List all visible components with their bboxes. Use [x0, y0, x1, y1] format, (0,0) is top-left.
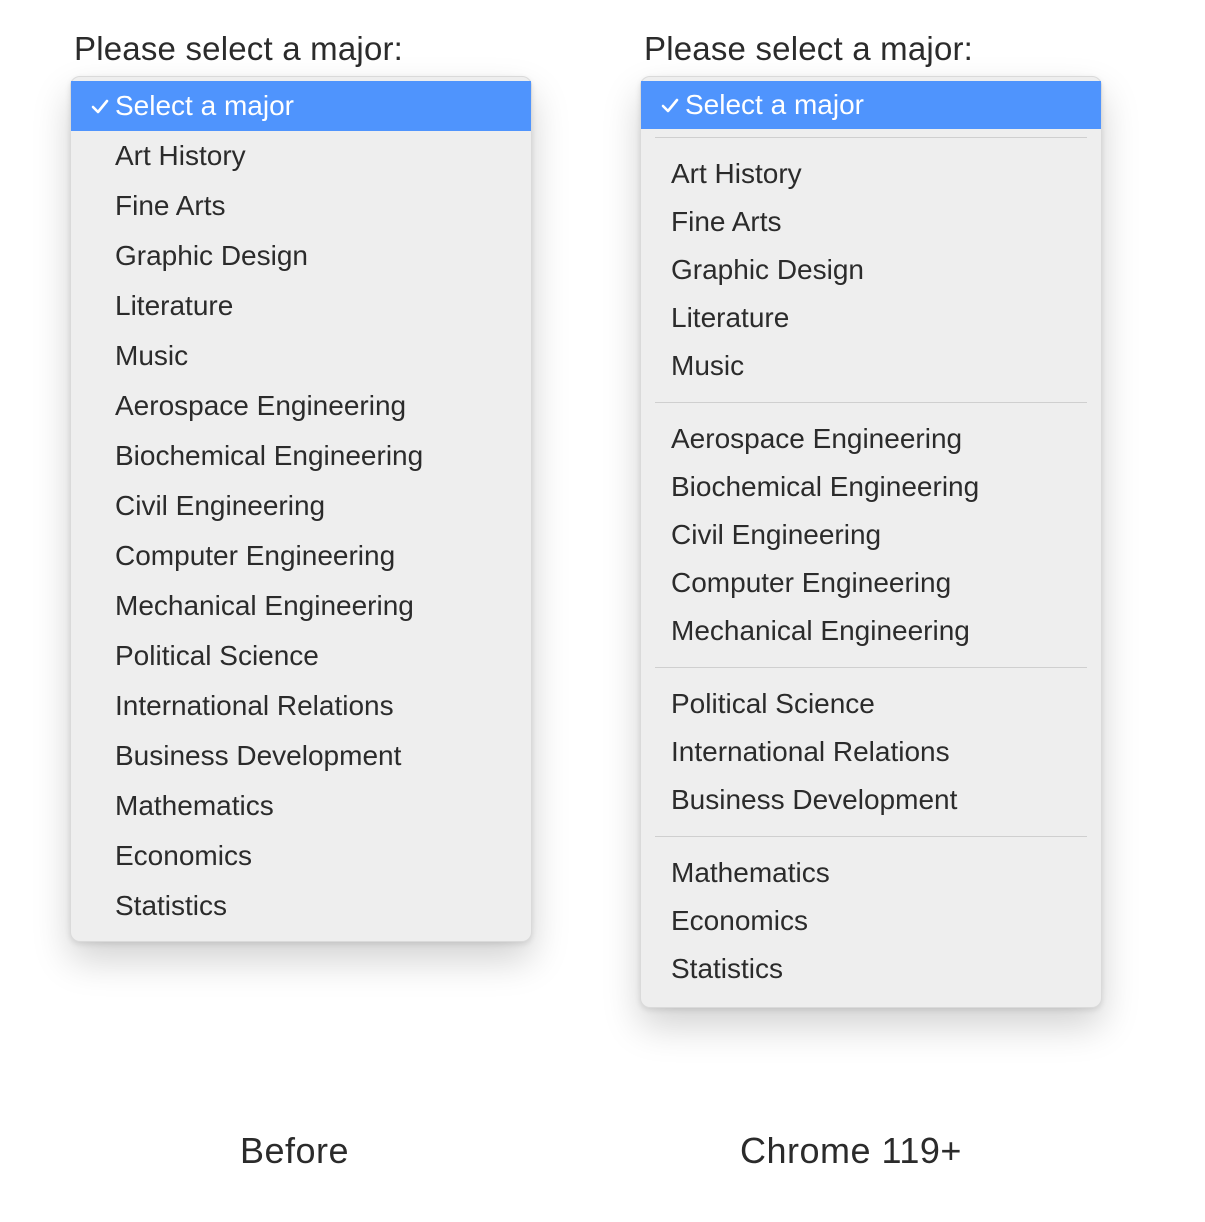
group-separator — [655, 836, 1087, 837]
group-separator — [655, 137, 1087, 138]
option-label: Art History — [115, 142, 513, 170]
option-item[interactable]: Business Development — [71, 731, 531, 781]
option-item[interactable]: Mechanical Engineering — [71, 581, 531, 631]
option-item[interactable]: Computer Engineering — [641, 559, 1101, 607]
option-item[interactable]: Music — [641, 342, 1101, 390]
option-item[interactable]: Biochemical Engineering — [71, 431, 531, 481]
option-item[interactable]: Mathematics — [641, 849, 1101, 897]
option-item[interactable]: Art History — [641, 150, 1101, 198]
option-item[interactable]: Civil Engineering — [641, 511, 1101, 559]
option-label: Aerospace Engineering — [115, 392, 513, 420]
option-label: Political Science — [115, 642, 513, 670]
after-caption: Chrome 119+ — [740, 1130, 962, 1172]
option-item[interactable]: Mechanical Engineering — [641, 607, 1101, 655]
before-select-menu[interactable]: Select a major Art History Fine Arts Gra… — [70, 76, 532, 942]
after-column: Please select a major: Select a major Ar… — [640, 30, 1140, 1008]
option-item[interactable]: Aerospace Engineering — [641, 415, 1101, 463]
option-item[interactable]: Biochemical Engineering — [641, 463, 1101, 511]
option-label: Statistics — [115, 892, 513, 920]
option-label: Economics — [115, 842, 513, 870]
option-label: Biochemical Engineering — [115, 442, 513, 470]
option-label: Literature — [671, 304, 1083, 332]
option-label: International Relations — [671, 738, 1083, 766]
option-label: Aerospace Engineering — [671, 425, 1083, 453]
checkmark-icon — [85, 96, 115, 116]
group-separator — [655, 667, 1087, 668]
option-item[interactable]: Statistics — [641, 945, 1101, 993]
option-label: Computer Engineering — [671, 569, 1083, 597]
option-label: Fine Arts — [671, 208, 1083, 236]
option-label: Political Science — [671, 690, 1083, 718]
option-group: Political Science International Relation… — [641, 676, 1101, 828]
option-group: Mathematics Economics Statistics — [641, 845, 1101, 997]
option-group: Art History Fine Arts Graphic Design Lit… — [641, 146, 1101, 394]
before-column: Please select a major: Select a major Ar… — [70, 30, 570, 942]
option-label: Civil Engineering — [115, 492, 513, 520]
option-label: Fine Arts — [115, 192, 513, 220]
option-item[interactable]: Aerospace Engineering — [71, 381, 531, 431]
option-item[interactable]: Fine Arts — [71, 181, 531, 231]
option-label: Art History — [671, 160, 1083, 188]
option-label: Economics — [671, 907, 1083, 935]
option-item[interactable]: Graphic Design — [71, 231, 531, 281]
before-caption: Before — [240, 1130, 349, 1172]
option-label: Civil Engineering — [671, 521, 1083, 549]
option-label: International Relations — [115, 692, 513, 720]
option-item[interactable]: Music — [71, 331, 531, 381]
option-label: Mathematics — [671, 859, 1083, 887]
option-label: Mechanical Engineering — [115, 592, 513, 620]
option-label: Music — [115, 342, 513, 370]
option-item[interactable]: Mathematics — [71, 781, 531, 831]
option-label: Literature — [115, 292, 513, 320]
option-label: Music — [671, 352, 1083, 380]
group-separator — [655, 402, 1087, 403]
option-item[interactable]: Civil Engineering — [71, 481, 531, 531]
option-label: Biochemical Engineering — [671, 473, 1083, 501]
option-item[interactable]: Fine Arts — [641, 198, 1101, 246]
option-item[interactable]: Political Science — [641, 680, 1101, 728]
option-select-a-major[interactable]: Select a major — [71, 81, 531, 131]
before-heading: Please select a major: — [74, 30, 566, 68]
option-item[interactable]: Literature — [641, 294, 1101, 342]
checkmark-icon — [655, 95, 685, 115]
option-item[interactable]: Economics — [641, 897, 1101, 945]
option-item[interactable]: Art History — [71, 131, 531, 181]
after-heading: Please select a major: — [644, 30, 1136, 68]
option-label: Business Development — [671, 786, 1083, 814]
option-item[interactable]: International Relations — [641, 728, 1101, 776]
option-label: Select a major — [685, 91, 1083, 119]
option-label: Statistics — [671, 955, 1083, 983]
option-item[interactable]: International Relations — [71, 681, 531, 731]
option-group: Aerospace Engineering Biochemical Engine… — [641, 411, 1101, 659]
option-item[interactable]: Political Science — [71, 631, 531, 681]
option-label: Business Development — [115, 742, 513, 770]
option-item[interactable]: Statistics — [71, 881, 531, 931]
option-label: Mechanical Engineering — [671, 617, 1083, 645]
option-label: Mathematics — [115, 792, 513, 820]
option-label: Computer Engineering — [115, 542, 513, 570]
option-label: Graphic Design — [671, 256, 1083, 284]
option-item[interactable]: Economics — [71, 831, 531, 881]
option-label: Graphic Design — [115, 242, 513, 270]
option-item[interactable]: Graphic Design — [641, 246, 1101, 294]
after-select-menu[interactable]: Select a major Art History Fine Arts Gra… — [640, 76, 1102, 1008]
option-item[interactable]: Business Development — [641, 776, 1101, 824]
option-item[interactable]: Computer Engineering — [71, 531, 531, 581]
option-label: Select a major — [115, 92, 513, 120]
option-select-a-major[interactable]: Select a major — [641, 81, 1101, 129]
option-item[interactable]: Literature — [71, 281, 531, 331]
